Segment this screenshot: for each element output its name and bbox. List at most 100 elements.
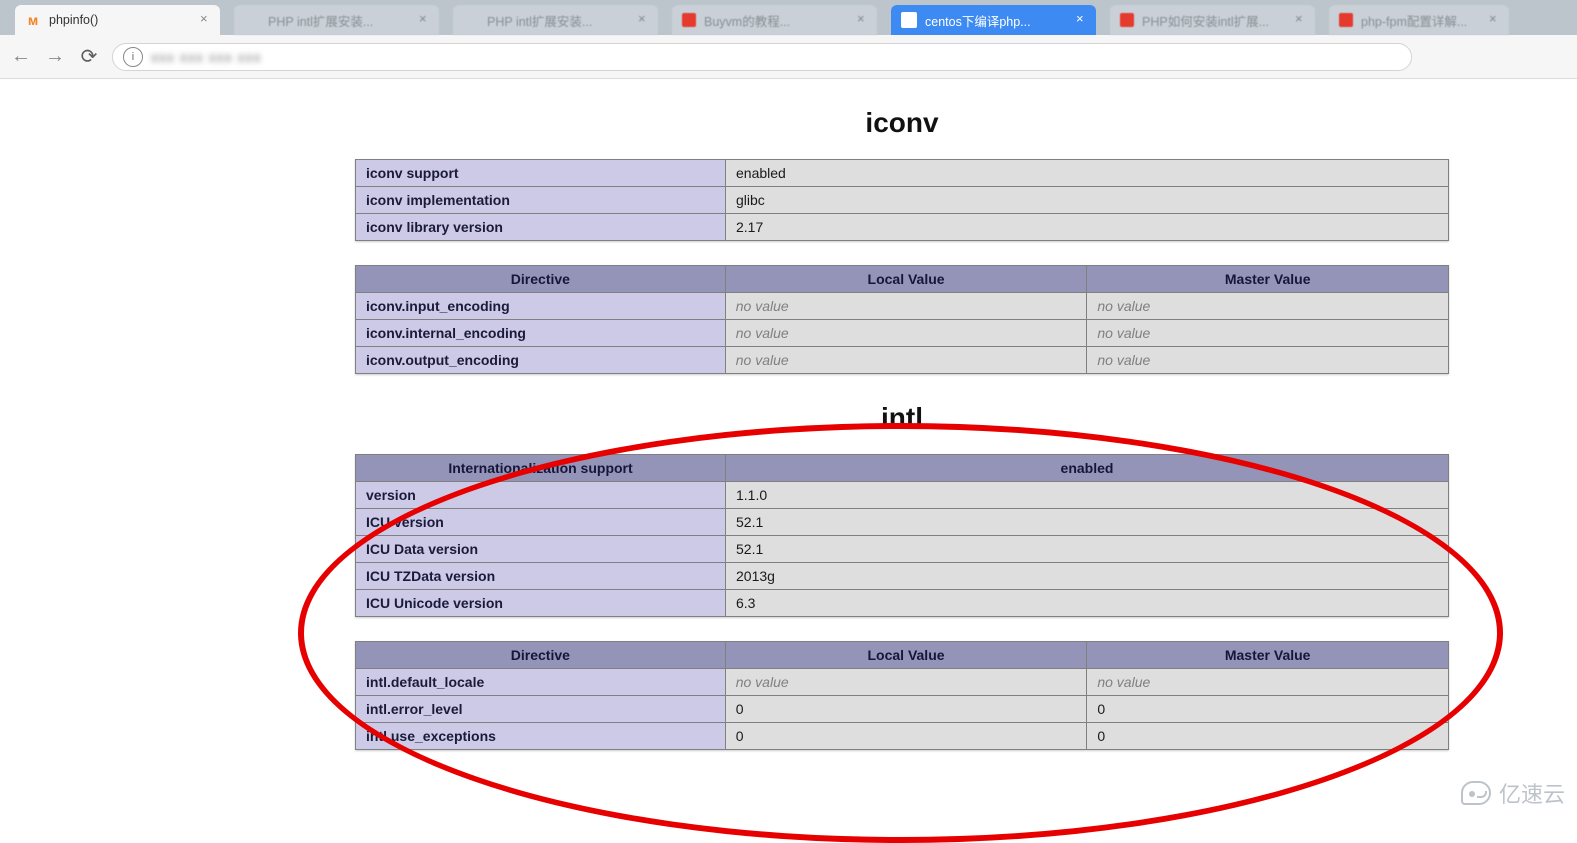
tab-bg-5[interactable]: PHP如何安装intl扩展...	[1110, 5, 1315, 35]
favicon-icon	[463, 12, 479, 28]
tab-title: php-fpm配置详解...	[1361, 11, 1467, 30]
site-info-icon[interactable]: i	[123, 47, 143, 67]
table-row: ICU Data version52.1	[356, 536, 1449, 563]
tab-bg-1[interactable]: PHP intl扩展安装...	[234, 5, 439, 35]
back-icon[interactable]: ←	[10, 46, 32, 68]
table-row: iconv.input_encodingno valueno value	[356, 293, 1449, 320]
directive-value: 2.17	[726, 214, 1449, 241]
directive-name: iconv library version	[356, 214, 726, 241]
tab-strip: ᴍ phpinfo() PHP intl扩展安装... PHP intl扩展安装…	[0, 0, 1577, 35]
tab-bg-4[interactable]: centos下编译php...	[891, 5, 1096, 35]
section-title-intl: intl	[355, 402, 1449, 434]
table-row: iconv.output_encodingno valueno value	[356, 347, 1449, 374]
page-content: iconv iconv supportenablediconv implemen…	[0, 107, 1577, 750]
forward-icon[interactable]: →	[44, 46, 66, 68]
directive-value: 2013g	[726, 563, 1449, 590]
directive-name: ICU Unicode version	[356, 590, 726, 617]
table-row: ICU TZData version2013g	[356, 563, 1449, 590]
watermark-text: 亿速云	[1499, 777, 1565, 809]
directive-value: 6.3	[726, 590, 1449, 617]
table-row: intl.error_level00	[356, 696, 1449, 723]
directive-name: ICU TZData version	[356, 563, 726, 590]
intl-directive-table: Directive Local Value Master Value intl.…	[355, 641, 1449, 750]
tab-title: PHP intl扩展安装...	[268, 11, 373, 30]
reload-icon[interactable]: ⟳	[78, 46, 100, 68]
table-row: intl.use_exceptions00	[356, 723, 1449, 750]
directive-value: glibc	[726, 187, 1449, 214]
table-header-row: Directive Local Value Master Value	[356, 266, 1449, 293]
close-icon[interactable]	[1295, 13, 1307, 25]
directive-name: intl.use_exceptions	[356, 723, 726, 750]
favicon-icon	[901, 12, 917, 28]
master-value: no value	[1087, 293, 1449, 320]
directive-name: iconv.internal_encoding	[356, 320, 726, 347]
master-value: no value	[1087, 320, 1449, 347]
watermark-logo-icon	[1461, 781, 1491, 805]
directive-name: version	[356, 482, 726, 509]
directive-value: 52.1	[726, 509, 1449, 536]
favicon-icon	[1120, 13, 1134, 27]
directive-value: 52.1	[726, 536, 1449, 563]
tab-title: centos下编译php...	[925, 11, 1031, 30]
tab-title: Buyvm的教程...	[704, 11, 790, 30]
table-row: intl.default_localeno valueno value	[356, 669, 1449, 696]
directive-name: iconv.input_encoding	[356, 293, 726, 320]
col-master-value: Master Value	[1087, 266, 1449, 293]
table-row: ICU Unicode version6.3	[356, 590, 1449, 617]
favicon-moodle-icon: ᴍ	[25, 12, 41, 28]
local-value: no value	[725, 669, 1087, 696]
col-local-value: Local Value	[725, 642, 1087, 669]
tab-title: PHP如何安装intl扩展...	[1142, 11, 1269, 30]
directive-name: iconv support	[356, 160, 726, 187]
master-value: no value	[1087, 669, 1449, 696]
directive-name: intl.default_locale	[356, 669, 726, 696]
col-intl-support: Internationalization support	[356, 455, 726, 482]
table-header-row: Directive Local Value Master Value	[356, 642, 1449, 669]
table-header-row: Internationalization support enabled	[356, 455, 1449, 482]
table-row: version1.1.0	[356, 482, 1449, 509]
directive-name: iconv implementation	[356, 187, 726, 214]
close-icon[interactable]	[419, 13, 431, 25]
section-title-iconv: iconv	[355, 107, 1449, 139]
favicon-icon	[682, 13, 696, 27]
master-value: 0	[1087, 696, 1449, 723]
omnibox[interactable]: i xxx xxx xxx xxx	[112, 43, 1412, 71]
close-icon[interactable]	[200, 13, 212, 25]
local-value: 0	[725, 723, 1087, 750]
watermark: 亿速云	[1461, 777, 1565, 809]
table-row: iconv supportenabled	[356, 160, 1449, 187]
col-local-value: Local Value	[725, 266, 1087, 293]
close-icon[interactable]	[1076, 13, 1088, 25]
tab-title: PHP intl扩展安装...	[487, 11, 592, 30]
browser-chrome: ᴍ phpinfo() PHP intl扩展安装... PHP intl扩展安装…	[0, 0, 1577, 79]
col-master-value: Master Value	[1087, 642, 1449, 669]
close-icon[interactable]	[857, 13, 869, 25]
intl-info-table: Internationalization support enabled ver…	[355, 454, 1449, 617]
iconv-directive-table: Directive Local Value Master Value iconv…	[355, 265, 1449, 374]
col-intl-enabled: enabled	[726, 455, 1449, 482]
tab-phpinfo[interactable]: ᴍ phpinfo()	[15, 5, 220, 35]
directive-name: iconv.output_encoding	[356, 347, 726, 374]
tab-bg-6[interactable]: php-fpm配置详解...	[1329, 5, 1509, 35]
close-icon[interactable]	[638, 13, 650, 25]
directive-name: ICU version	[356, 509, 726, 536]
tab-bg-2[interactable]: PHP intl扩展安装...	[453, 5, 658, 35]
local-value: no value	[725, 320, 1087, 347]
table-row: ICU version52.1	[356, 509, 1449, 536]
tab-title: phpinfo()	[49, 13, 98, 27]
directive-value: 1.1.0	[726, 482, 1449, 509]
local-value: no value	[725, 347, 1087, 374]
favicon-icon	[244, 12, 260, 28]
tab-bg-3[interactable]: Buyvm的教程...	[672, 5, 877, 35]
table-row: iconv library version2.17	[356, 214, 1449, 241]
master-value: 0	[1087, 723, 1449, 750]
url-text: xxx xxx xxx xxx	[151, 49, 262, 65]
iconv-info-table: iconv supportenablediconv implementation…	[355, 159, 1449, 241]
local-value: 0	[725, 696, 1087, 723]
local-value: no value	[725, 293, 1087, 320]
table-row: iconv.internal_encodingno valueno value	[356, 320, 1449, 347]
col-directive: Directive	[356, 642, 726, 669]
directive-name: ICU Data version	[356, 536, 726, 563]
directive-name: intl.error_level	[356, 696, 726, 723]
close-icon[interactable]	[1489, 13, 1501, 25]
